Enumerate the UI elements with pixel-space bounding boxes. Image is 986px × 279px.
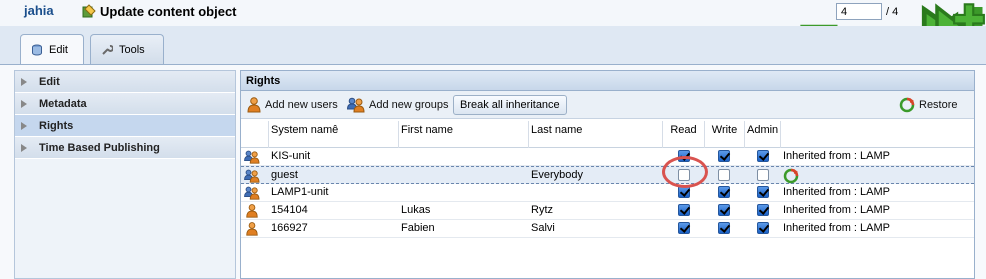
table-row[interactable]: 166927 Fabien Salvi Inherited from : LAM… bbox=[241, 220, 974, 238]
user-icon bbox=[246, 222, 258, 236]
top-bar: jahia Update content object / 4 bbox=[0, 0, 986, 211]
column-header-admin[interactable]: Admin bbox=[745, 121, 781, 148]
group-icon bbox=[244, 150, 260, 164]
add-users-button[interactable]: Add new users bbox=[247, 95, 338, 115]
admin-checkbox[interactable] bbox=[757, 169, 769, 181]
column-header-system-name[interactable]: System namê bbox=[269, 121, 399, 148]
jahia-logo: jahia bbox=[24, 3, 54, 18]
write-checkbox[interactable] bbox=[718, 204, 730, 216]
sidebar-item-edit[interactable]: Edit bbox=[15, 71, 235, 93]
column-header-read[interactable]: Read bbox=[663, 121, 705, 148]
admin-checkbox[interactable] bbox=[757, 204, 769, 216]
user-icon bbox=[247, 97, 261, 113]
last-name-cell: Everybody bbox=[531, 169, 583, 181]
sidebar-item-time-based-publishing[interactable]: Time Based Publishing bbox=[15, 137, 235, 159]
system-name-cell: guest bbox=[271, 169, 298, 181]
rights-toolbar: Add new users Add new groups Break all i… bbox=[241, 91, 974, 119]
inherited-cell: Inherited from : LAMP bbox=[783, 204, 890, 216]
sidebar-item-label: Metadata bbox=[39, 97, 87, 110]
table-row[interactable]: guest Everybody bbox=[241, 166, 974, 184]
first-name-cell: Lukas bbox=[401, 204, 431, 216]
grid-header: System namê First name Last name Read Wr… bbox=[241, 121, 974, 148]
write-checkbox[interactable] bbox=[718, 169, 730, 181]
expand-arrow-icon bbox=[21, 99, 27, 108]
wrench-icon bbox=[102, 44, 113, 55]
group-icon bbox=[244, 169, 260, 183]
sidebar-item-rights[interactable]: Rights bbox=[15, 115, 235, 137]
sidebar-item-label: Rights bbox=[39, 119, 74, 132]
sidebar-item-metadata[interactable]: Metadata bbox=[15, 93, 235, 115]
database-icon bbox=[32, 44, 42, 55]
system-name-cell: LAMP1-unit bbox=[271, 186, 329, 198]
first-name-cell bbox=[401, 148, 529, 166]
tab-strip: Edit Tools bbox=[0, 26, 986, 64]
first-name-cell: Fabien bbox=[401, 222, 435, 234]
restore-icon bbox=[899, 97, 915, 113]
table-row[interactable]: 154104 Lukas Rytz Inherited from : LAMP bbox=[241, 202, 974, 220]
column-header-inheritance bbox=[781, 121, 974, 148]
column-header-first-name[interactable]: First name bbox=[399, 121, 529, 148]
content-object-icon bbox=[82, 4, 96, 18]
last-name-cell: Rytz bbox=[531, 204, 553, 216]
admin-checkbox[interactable] bbox=[757, 150, 769, 162]
type-column-header bbox=[241, 121, 269, 148]
table-row[interactable]: LAMP1-unit Inherited from : LAMP bbox=[241, 184, 974, 202]
window-title: Update content object bbox=[100, 4, 237, 19]
inherited-cell: Inherited from : LAMP bbox=[783, 186, 890, 198]
add-groups-button[interactable]: Add new groups bbox=[347, 95, 449, 115]
expand-arrow-icon bbox=[21, 121, 27, 130]
write-checkbox[interactable] bbox=[718, 150, 730, 162]
expand-arrow-icon bbox=[21, 77, 27, 86]
write-checkbox[interactable] bbox=[718, 186, 730, 198]
restore-button[interactable]: Restore bbox=[899, 95, 958, 115]
column-header-last-name[interactable]: Last name bbox=[529, 121, 663, 148]
first-name-cell bbox=[401, 184, 529, 202]
last-name-cell: Salvi bbox=[531, 222, 555, 234]
last-name-cell bbox=[531, 184, 663, 202]
system-name-cell: 166927 bbox=[271, 222, 308, 234]
admin-checkbox[interactable] bbox=[757, 186, 769, 198]
panel-title: Rights bbox=[241, 71, 974, 91]
sidebar-item-label: Time Based Publishing bbox=[39, 141, 160, 154]
highlight-circle bbox=[662, 156, 708, 188]
page-total: / 4 bbox=[886, 6, 899, 18]
inherited-cell: Inherited from : LAMP bbox=[783, 222, 890, 234]
table-row[interactable]: KIS-unit Inherited from : LAMP bbox=[241, 148, 974, 166]
group-icon bbox=[347, 97, 365, 113]
first-name-cell bbox=[401, 167, 529, 185]
tab-edit-label: Edit bbox=[49, 43, 68, 56]
rights-grid: System namê First name Last name Read Wr… bbox=[241, 121, 974, 238]
write-checkbox[interactable] bbox=[718, 222, 730, 234]
rights-panel: Rights Add new users Add new groups Brea… bbox=[240, 70, 975, 279]
admin-checkbox[interactable] bbox=[757, 222, 769, 234]
inherited-cell: Inherited from : LAMP bbox=[783, 150, 890, 162]
restore-icon[interactable] bbox=[783, 168, 799, 184]
break-all-inheritance-button[interactable]: Break all inheritance bbox=[453, 95, 567, 115]
system-name-cell: KIS-unit bbox=[271, 150, 311, 162]
last-name-cell bbox=[531, 148, 663, 166]
tab-tools[interactable]: Tools bbox=[90, 34, 164, 64]
read-checkbox[interactable] bbox=[678, 204, 690, 216]
tab-edit[interactable]: Edit bbox=[20, 34, 84, 64]
sidebar: Edit Metadata Rights Time Based Publishi… bbox=[14, 70, 236, 279]
tab-tools-label: Tools bbox=[119, 43, 145, 56]
page-number-input[interactable] bbox=[836, 3, 882, 20]
read-checkbox[interactable] bbox=[678, 222, 690, 234]
column-header-write[interactable]: Write bbox=[705, 121, 745, 148]
group-icon bbox=[244, 186, 260, 200]
expand-arrow-icon bbox=[21, 143, 27, 152]
system-name-cell: 154104 bbox=[271, 204, 308, 216]
user-icon bbox=[246, 204, 258, 218]
sidebar-item-label: Edit bbox=[39, 75, 60, 88]
